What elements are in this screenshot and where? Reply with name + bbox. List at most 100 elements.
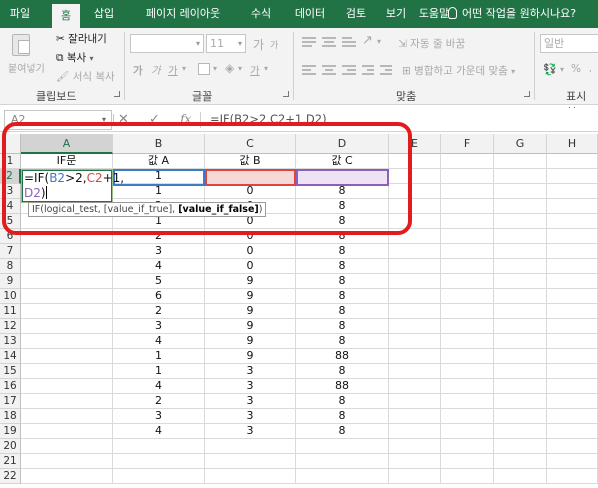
cell[interactable]	[547, 379, 598, 394]
cell[interactable]	[205, 454, 296, 469]
align-left-icon[interactable]	[302, 64, 316, 76]
data-cell[interactable]: 9	[205, 274, 296, 289]
cell[interactable]	[494, 469, 547, 484]
data-cell[interactable]: 8	[296, 334, 389, 349]
data-cell[interactable]: 8	[296, 364, 389, 379]
cell[interactable]	[389, 469, 441, 484]
column-header-f[interactable]: F	[441, 134, 494, 154]
data-cell[interactable]: 5	[113, 274, 205, 289]
bold-button[interactable]: 가	[133, 63, 143, 78]
cell[interactable]	[441, 289, 494, 304]
data-cell[interactable]: 8	[296, 244, 389, 259]
cell[interactable]	[547, 259, 598, 274]
cell[interactable]	[547, 304, 598, 319]
cell[interactable]	[494, 199, 547, 214]
cell[interactable]	[494, 409, 547, 424]
cell[interactable]	[494, 319, 547, 334]
data-cell[interactable]: 8	[296, 289, 389, 304]
tab-data[interactable]: 데이터	[288, 0, 332, 28]
cell[interactable]	[547, 439, 598, 454]
cell[interactable]	[547, 364, 598, 379]
align-bottom-icon[interactable]	[342, 36, 356, 48]
data-cell[interactable]: 3	[205, 409, 296, 424]
format-painter-button[interactable]: 🖌 서식 복사	[56, 69, 115, 84]
row-header-3[interactable]: 3	[0, 184, 21, 199]
cell[interactable]	[113, 439, 205, 454]
row-header-16[interactable]: 16	[0, 379, 21, 394]
cell[interactable]	[441, 319, 494, 334]
cell[interactable]	[441, 394, 494, 409]
cell[interactable]	[494, 379, 547, 394]
cell[interactable]	[441, 154, 494, 169]
italic-button[interactable]: 가	[151, 63, 161, 78]
underline-dropdown-icon[interactable]: ▾	[182, 64, 186, 73]
cell[interactable]	[21, 379, 113, 394]
cell[interactable]	[21, 409, 113, 424]
cell[interactable]	[21, 364, 113, 379]
cell[interactable]	[441, 469, 494, 484]
cell[interactable]	[296, 439, 389, 454]
cell[interactable]	[389, 319, 441, 334]
cell[interactable]	[389, 259, 441, 274]
cell[interactable]	[547, 454, 598, 469]
cell[interactable]	[389, 199, 441, 214]
row-header-11[interactable]: 11	[0, 304, 21, 319]
cell[interactable]	[494, 334, 547, 349]
cell[interactable]	[389, 364, 441, 379]
data-cell[interactable]: 8	[296, 214, 389, 229]
cell[interactable]	[21, 259, 113, 274]
select-all-corner[interactable]	[0, 134, 21, 154]
cell[interactable]	[547, 334, 598, 349]
cell[interactable]	[441, 364, 494, 379]
cell-editor-a2[interactable]: =IF(B2>2,C2+1, D2)	[21, 169, 124, 203]
data-cell[interactable]: 8	[296, 409, 389, 424]
cell[interactable]	[547, 394, 598, 409]
data-cell[interactable]: 8	[296, 229, 389, 244]
cell[interactable]	[441, 409, 494, 424]
cell[interactable]	[494, 364, 547, 379]
cell[interactable]	[389, 214, 441, 229]
data-cell[interactable]: 9	[205, 319, 296, 334]
cell[interactable]	[441, 169, 494, 184]
cell[interactable]	[494, 244, 547, 259]
cell[interactable]	[547, 214, 598, 229]
cell[interactable]	[494, 424, 547, 439]
row-header-1[interactable]: 1	[0, 154, 21, 169]
orientation-dropdown-icon[interactable]: ▾	[377, 37, 381, 46]
cell[interactable]	[547, 289, 598, 304]
cell[interactable]	[494, 274, 547, 289]
data-cell[interactable]: 3	[205, 364, 296, 379]
cell[interactable]	[494, 154, 547, 169]
cell[interactable]	[547, 469, 598, 484]
data-cell[interactable]: 1	[113, 364, 205, 379]
column-header-c[interactable]: C	[205, 134, 296, 154]
cell[interactable]	[113, 469, 205, 484]
row-header-14[interactable]: 14	[0, 349, 21, 364]
cell[interactable]	[389, 244, 441, 259]
cell[interactable]	[389, 229, 441, 244]
cell[interactable]	[389, 289, 441, 304]
font-size-combo[interactable]: 11 ▾	[206, 34, 246, 53]
orientation-icon[interactable]: ↗	[362, 33, 373, 48]
percent-button[interactable]: %	[571, 63, 581, 75]
data-cell[interactable]: 3	[113, 409, 205, 424]
accounting-dropdown-icon[interactable]: ▾	[560, 65, 564, 74]
align-center-icon[interactable]	[322, 64, 336, 76]
row-header-5[interactable]: 5	[0, 214, 21, 229]
cell[interactable]	[547, 229, 598, 244]
data-cell[interactable]: 2	[113, 394, 205, 409]
cell[interactable]	[21, 274, 113, 289]
header-cell[interactable]: IF문	[21, 154, 113, 169]
column-header-g[interactable]: G	[494, 134, 547, 154]
cell[interactable]	[21, 439, 113, 454]
fx-icon[interactable]: fx	[180, 112, 191, 126]
cell[interactable]	[389, 334, 441, 349]
row-header-8[interactable]: 8	[0, 259, 21, 274]
cell[interactable]	[21, 469, 113, 484]
data-cell[interactable]: 8	[296, 304, 389, 319]
row-header-13[interactable]: 13	[0, 334, 21, 349]
cell[interactable]	[494, 349, 547, 364]
column-header-h[interactable]: H	[547, 134, 598, 154]
data-cell[interactable]: 9	[205, 304, 296, 319]
cell[interactable]	[547, 424, 598, 439]
